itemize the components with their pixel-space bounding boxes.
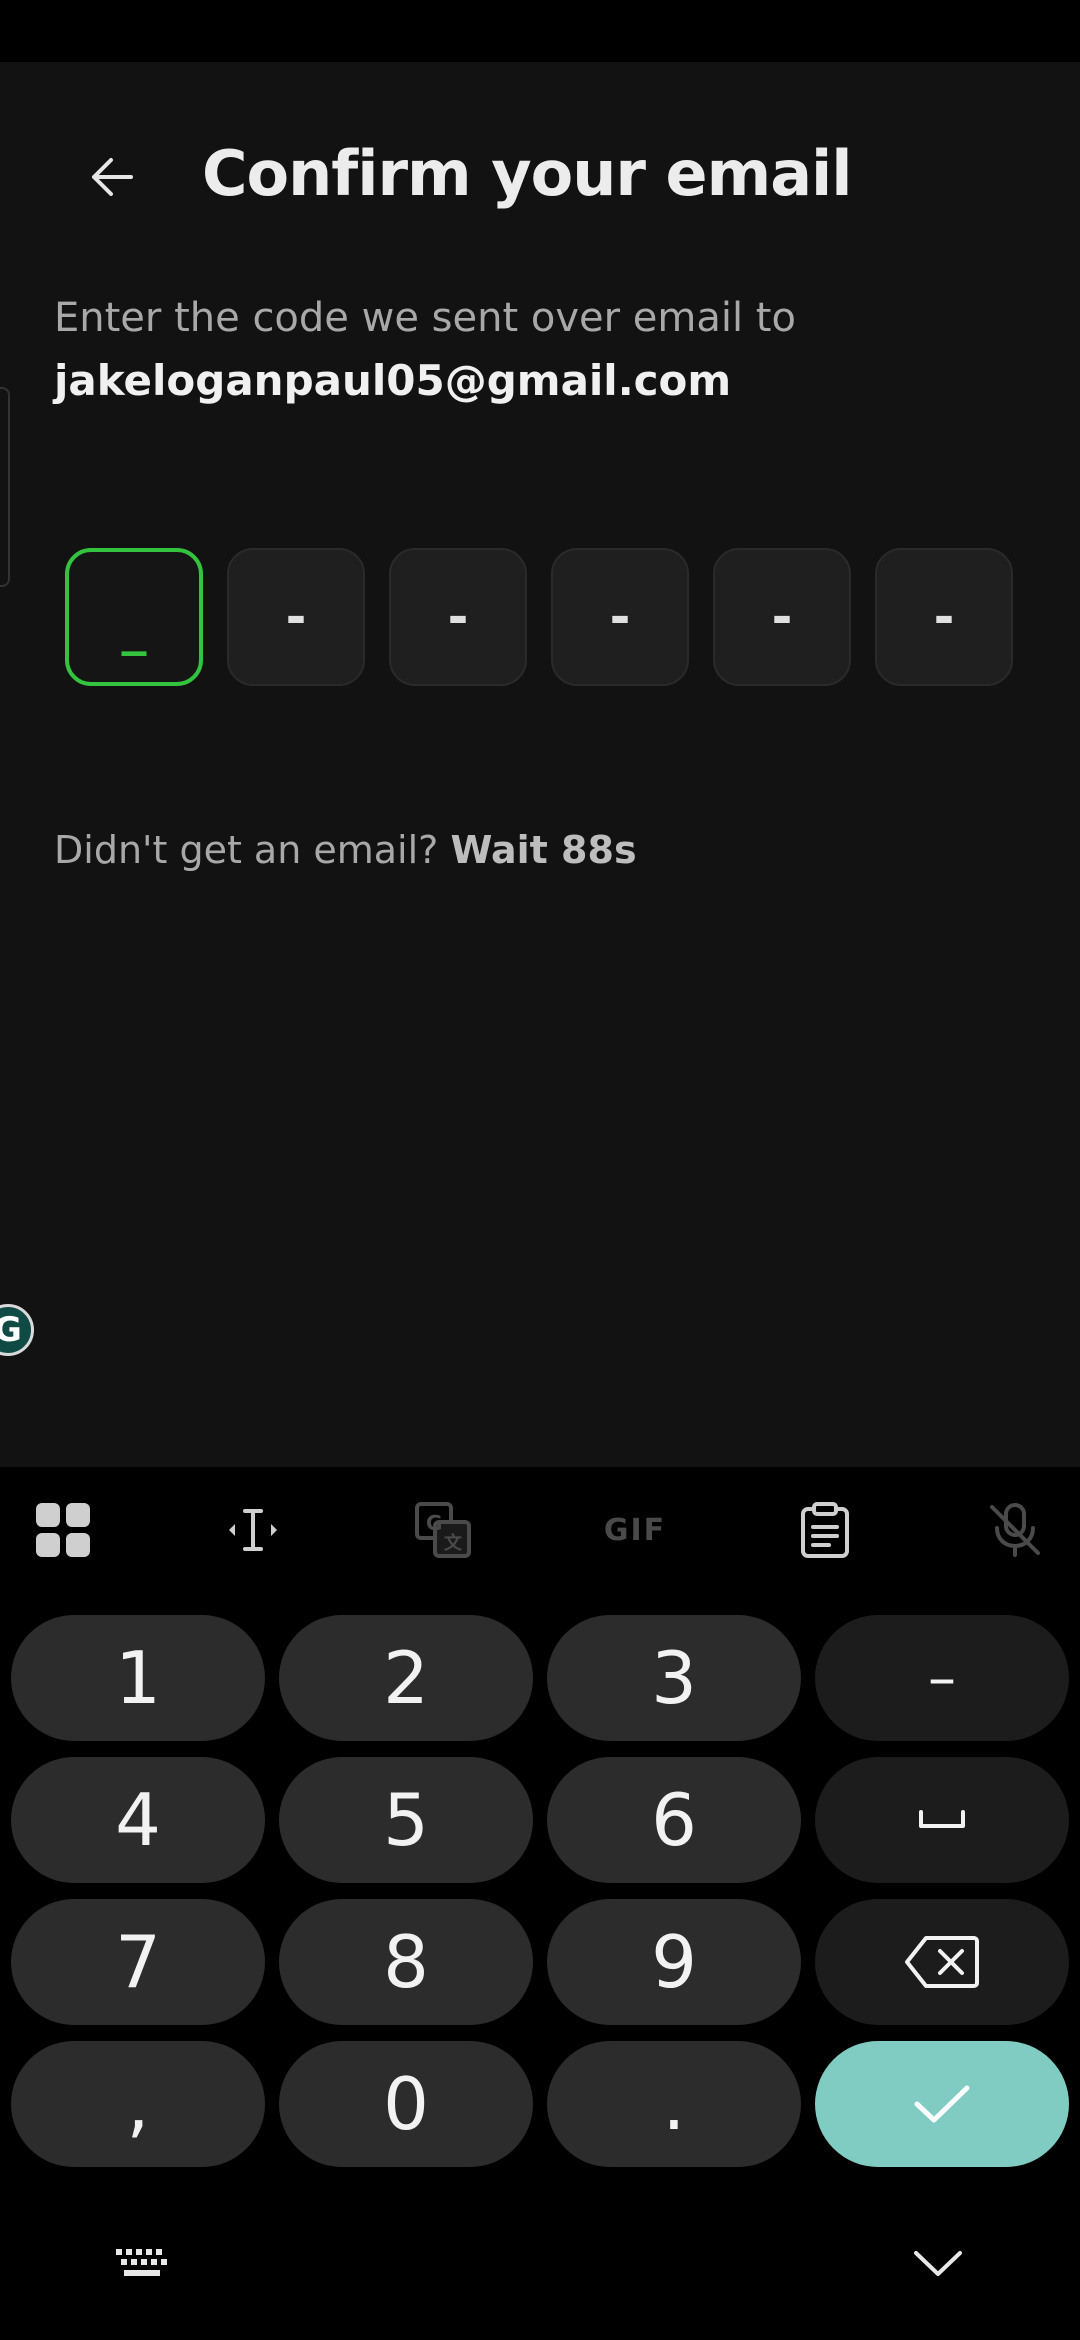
hide-keyboard-icon[interactable] [908, 2238, 968, 2288]
key-0[interactable]: 0 [279, 2041, 533, 2167]
key-5[interactable]: 5 [279, 1757, 533, 1883]
instruction-text: Enter the code we sent over email to [54, 295, 796, 341]
key-3[interactable]: 3 [547, 1615, 801, 1741]
status-bar [0, 0, 1080, 62]
key-6[interactable]: 6 [547, 1757, 801, 1883]
mic-off-icon[interactable] [980, 1497, 1050, 1563]
code-digit-1[interactable]: _ [65, 548, 203, 686]
code-digit-3[interactable]: - [389, 548, 527, 686]
key-enter[interactable] [815, 2041, 1069, 2167]
side-panel-handle[interactable] [0, 387, 10, 587]
keyboard-switch-icon[interactable] [112, 2238, 172, 2288]
apps-grid-icon[interactable] [28, 1497, 98, 1563]
text-cursor-icon[interactable] [218, 1497, 288, 1563]
gif-icon[interactable]: GIF [598, 1497, 672, 1563]
key-dash[interactable]: – [815, 1615, 1069, 1741]
keyboard-toolbar: G 文 GIF [0, 1467, 1080, 1592]
key-1[interactable]: 1 [11, 1615, 265, 1741]
clipboard-icon[interactable] [790, 1497, 860, 1563]
key-9[interactable]: 9 [547, 1899, 801, 2025]
resend-countdown: Wait 88s [450, 828, 637, 872]
code-digit-5[interactable]: - [713, 548, 851, 686]
key-7[interactable]: 7 [11, 1899, 265, 2025]
code-digit-2[interactable]: - [227, 548, 365, 686]
resend-text: Didn't get an email? Wait 88s [54, 828, 637, 872]
key-backspace[interactable] [815, 1899, 1069, 2025]
grammarly-bubble-icon[interactable]: G [0, 1304, 34, 1356]
key-period[interactable]: . [547, 2041, 801, 2167]
code-digit-6[interactable]: - [875, 548, 1013, 686]
key-comma[interactable]: , [11, 2041, 265, 2167]
email-address: jakeloganpaul05@gmail.com [54, 356, 732, 405]
backspace-icon [905, 1936, 979, 1988]
key-4[interactable]: 4 [11, 1757, 265, 1883]
navigation-bar [0, 2200, 1080, 2340]
checkmark-icon [914, 2085, 970, 2123]
confirm-email-screen: Confirm your email Enter the code we sen… [0, 62, 1080, 1467]
svg-text:文: 文 [444, 1532, 463, 1554]
key-2[interactable]: 2 [279, 1615, 533, 1741]
arrow-left-icon [92, 158, 133, 196]
space-bar-icon [919, 1810, 965, 1828]
key-8[interactable]: 8 [279, 1899, 533, 2025]
code-input-row: _ - - - - - [65, 548, 1015, 688]
code-digit-4[interactable]: - [551, 548, 689, 686]
svg-text:G: G [426, 1511, 442, 1535]
key-space[interactable] [815, 1757, 1069, 1883]
back-button[interactable] [72, 137, 152, 217]
page-title: Confirm your email [202, 137, 853, 210]
translate-icon[interactable]: G 文 [408, 1497, 478, 1563]
